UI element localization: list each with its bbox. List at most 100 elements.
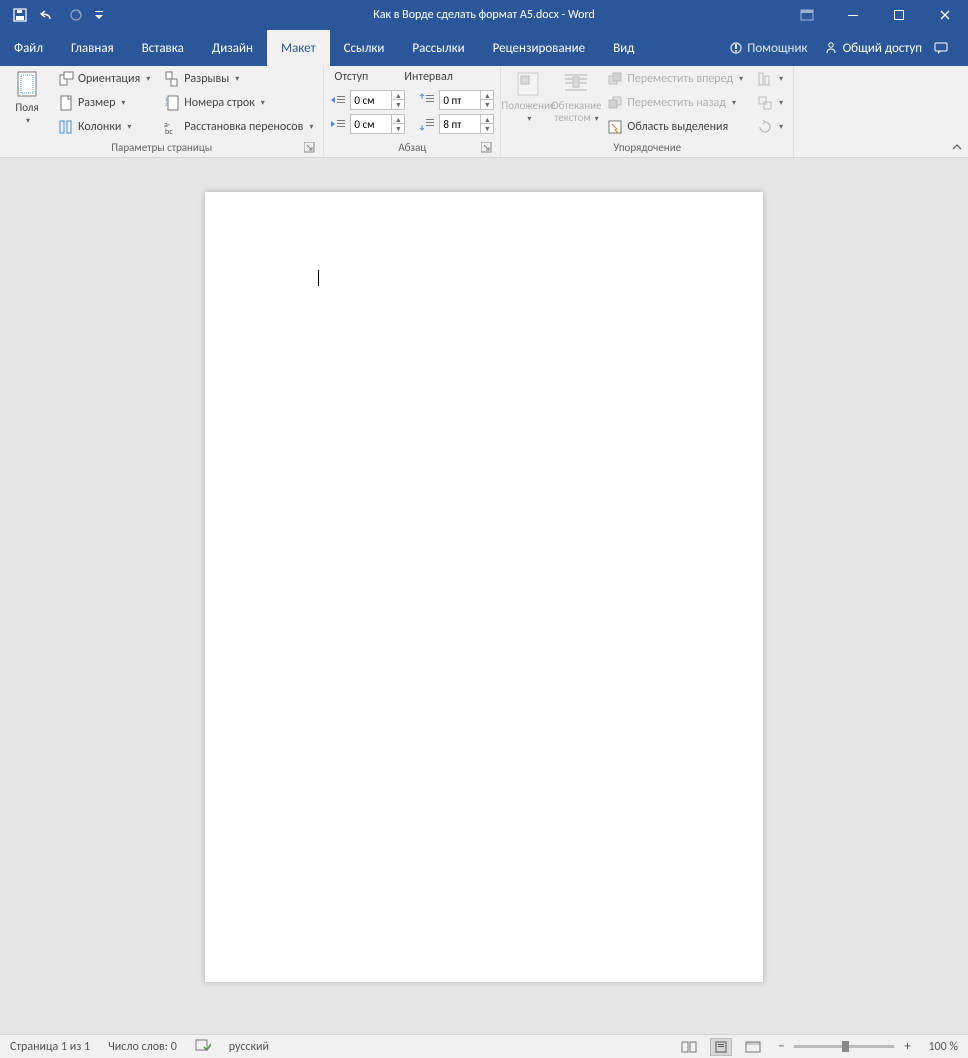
breaks-label: Разрывы — [184, 72, 229, 86]
hyphenation-icon: a-bc — [164, 119, 180, 135]
tab-file[interactable]: Файл — [0, 30, 57, 66]
indent-left-input[interactable]: ▲▼ — [350, 90, 405, 110]
tab-design[interactable]: Дизайн — [198, 30, 267, 66]
share-button[interactable]: Общий доступ — [824, 41, 922, 56]
quick-access-toolbar — [0, 3, 106, 27]
indent-right-input[interactable]: ▲▼ — [350, 114, 405, 134]
ribbon-display-options-button[interactable] — [784, 0, 830, 30]
zoom-slider[interactable] — [794, 1045, 894, 1048]
document-workspace[interactable] — [0, 158, 968, 1034]
spacing-before-input[interactable]: ▲▼ — [439, 90, 494, 110]
group-paragraph: Отступ Интервал ▲▼ ▲▼ ▲▼ ▲▼ Абзац — [324, 66, 501, 157]
read-mode-button[interactable] — [678, 1038, 700, 1056]
spacing-before-icon — [419, 92, 435, 108]
proofing-button[interactable] — [195, 1038, 211, 1056]
hyphenation-label: Расстановка переносов — [184, 120, 303, 134]
zoom-slider-thumb[interactable] — [842, 1041, 849, 1052]
rotate-button[interactable]: ▾ — [753, 116, 787, 138]
status-bar: Страница 1 из 1 Число слов: 0 русский − … — [0, 1034, 968, 1058]
bring-forward-icon — [607, 71, 623, 87]
spinner-up-icon[interactable]: ▲ — [481, 91, 493, 100]
svg-text:bc: bc — [165, 127, 173, 135]
tab-insert[interactable]: Вставка — [128, 30, 198, 66]
spinner-up-icon[interactable]: ▲ — [392, 91, 404, 100]
tell-me-helper[interactable]: Помощник — [719, 41, 817, 56]
group-page-setup: Поля▾ Ориентация▾ Размер▾ Колонки▾ — [0, 66, 324, 157]
minimize-button[interactable] — [830, 0, 876, 30]
spacing-header: Интервал — [404, 70, 453, 84]
tab-mailings[interactable]: Рассылки — [398, 30, 478, 66]
wrap-text-button[interactable]: Обтекание текстом ▾ — [555, 68, 597, 124]
orientation-button[interactable]: Ориентация▾ — [54, 68, 154, 90]
tab-review[interactable]: Рецензирование — [479, 30, 599, 66]
indent-right-icon — [330, 116, 346, 132]
columns-button[interactable]: Колонки ▾ — [54, 116, 154, 138]
page-setup-launcher[interactable] — [304, 142, 315, 153]
spacing-after-icon — [419, 116, 435, 132]
align-button[interactable]: ▾ — [753, 68, 787, 90]
web-layout-button[interactable] — [742, 1038, 764, 1056]
comments-button[interactable] — [928, 33, 954, 63]
line-numbers-label: Номера строк — [184, 96, 255, 110]
tab-layout[interactable]: Макет — [267, 30, 330, 66]
margins-button[interactable]: Поля▾ — [6, 68, 48, 126]
spinner-down-icon[interactable]: ▼ — [392, 124, 404, 133]
group-arrange: Положение▾ Обтекание текстом ▾ Перемести… — [501, 66, 794, 157]
size-label: Размер — [78, 96, 115, 110]
columns-label: Колонки — [78, 120, 121, 134]
document-page[interactable] — [205, 192, 763, 982]
group-icon — [757, 95, 773, 111]
position-button[interactable]: Положение▾ — [507, 68, 549, 124]
dropdown-icon: ▾ — [779, 74, 783, 84]
collapse-ribbon-button[interactable] — [946, 66, 968, 157]
dropdown-icon: ▾ — [309, 122, 313, 132]
bring-forward-button[interactable]: Переместить вперед▾ — [603, 68, 747, 90]
page-setup-group-label: Параметры страницы — [6, 139, 317, 157]
spinner-down-icon[interactable]: ▼ — [481, 100, 493, 109]
dropdown-icon: ▾ — [261, 98, 265, 108]
save-button[interactable] — [8, 3, 32, 27]
qat-customize-button[interactable] — [92, 3, 106, 27]
redo-button[interactable] — [64, 3, 88, 27]
close-button[interactable] — [922, 0, 968, 30]
svg-text:2: 2 — [165, 102, 168, 108]
send-backward-button[interactable]: Переместить назад▾ — [603, 92, 747, 114]
line-numbers-button[interactable]: 12 Номера строк▾ — [160, 92, 317, 114]
align-icon — [757, 71, 773, 87]
helper-label: Помощник — [747, 41, 807, 56]
zoom-out-button[interactable]: − — [774, 1039, 788, 1054]
rotate-icon — [757, 119, 773, 135]
page-indicator[interactable]: Страница 1 из 1 — [10, 1040, 90, 1054]
zoom-level[interactable]: 100 % — [928, 1040, 958, 1054]
breaks-icon — [164, 71, 180, 87]
dropdown-icon: ▾ — [26, 116, 30, 126]
spinner-down-icon[interactable]: ▼ — [481, 124, 493, 133]
print-layout-button[interactable] — [710, 1038, 732, 1056]
dropdown-icon: ▾ — [593, 114, 599, 124]
word-count[interactable]: Число слов: 0 — [108, 1040, 177, 1054]
size-button[interactable]: Размер▾ — [54, 92, 154, 114]
dropdown-icon: ▾ — [779, 122, 783, 132]
share-label: Общий доступ — [843, 41, 922, 56]
title-bar: Как в Ворде сделать формат А5.docx - Wor… — [0, 0, 968, 30]
language-indicator[interactable]: русский — [229, 1040, 269, 1054]
tab-view[interactable]: Вид — [599, 30, 648, 66]
maximize-button[interactable] — [876, 0, 922, 30]
spinner-down-icon[interactable]: ▼ — [392, 100, 404, 109]
tab-references[interactable]: Ссылки — [330, 30, 399, 66]
zoom-in-button[interactable]: + — [900, 1039, 914, 1054]
hyphenation-button[interactable]: a-bc Расстановка переносов ▾ — [160, 116, 317, 138]
dropdown-icon: ▾ — [127, 122, 131, 132]
spinner-up-icon[interactable]: ▲ — [481, 115, 493, 124]
paragraph-launcher[interactable] — [481, 142, 492, 153]
breaks-button[interactable]: Разрывы▾ — [160, 68, 317, 90]
tab-home[interactable]: Главная — [57, 30, 128, 66]
dropdown-icon: ▾ — [146, 74, 150, 84]
arrange-group-label: Упорядочение — [507, 139, 787, 157]
spinner-up-icon[interactable]: ▲ — [392, 115, 404, 124]
group-objects-button[interactable]: ▾ — [753, 92, 787, 114]
orientation-icon — [58, 71, 74, 87]
undo-button[interactable] — [36, 3, 60, 27]
selection-pane-button[interactable]: Область выделения — [603, 116, 747, 138]
spacing-after-input[interactable]: ▲▼ — [439, 114, 494, 134]
